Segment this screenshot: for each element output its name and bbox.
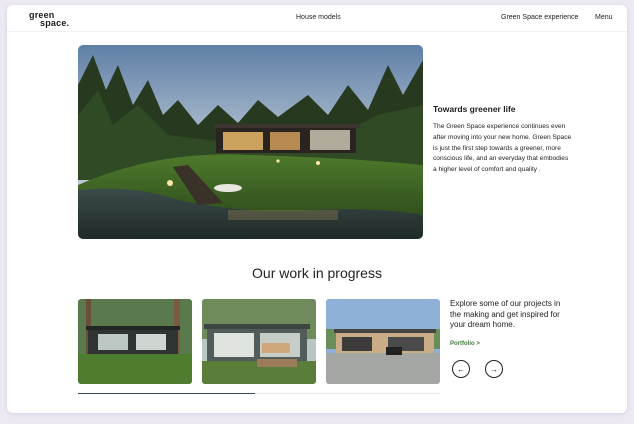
project-card-driveway-house[interactable] (326, 299, 440, 384)
carousel-scroll-track[interactable] (78, 393, 440, 394)
hero-description: The Green Space experience continues eve… (433, 123, 572, 174)
project-card-forest-house[interactable] (78, 299, 192, 384)
logo-text-line2: space. (40, 18, 70, 28)
arrow-left-icon: ← (457, 364, 465, 374)
header-divider (7, 31, 627, 32)
prev-button[interactable]: ← (452, 360, 470, 378)
carousel-scroll-progress (78, 393, 256, 394)
nav-green-space-experience[interactable]: Green Space experience (501, 14, 578, 21)
explore-text: Explore some of our projects in the maki… (450, 299, 561, 329)
site-header: green space. House models Green Space ex… (7, 5, 627, 31)
portfolio-link[interactable]: Portfolio > (450, 341, 480, 347)
page-frame: green space. House models Green Space ex… (7, 5, 627, 413)
project-card-glass-house[interactable] (202, 299, 316, 384)
section-title: Our work in progress (252, 265, 382, 281)
arrow-right-icon: → (490, 364, 498, 374)
next-button[interactable]: → (485, 360, 503, 378)
nav-house-models[interactable]: House models (296, 14, 341, 21)
logo[interactable]: green space. (29, 10, 79, 30)
hero-title: Towards greener life (433, 104, 516, 114)
hero-image (78, 45, 423, 239)
nav-menu[interactable]: Menu (595, 14, 613, 21)
